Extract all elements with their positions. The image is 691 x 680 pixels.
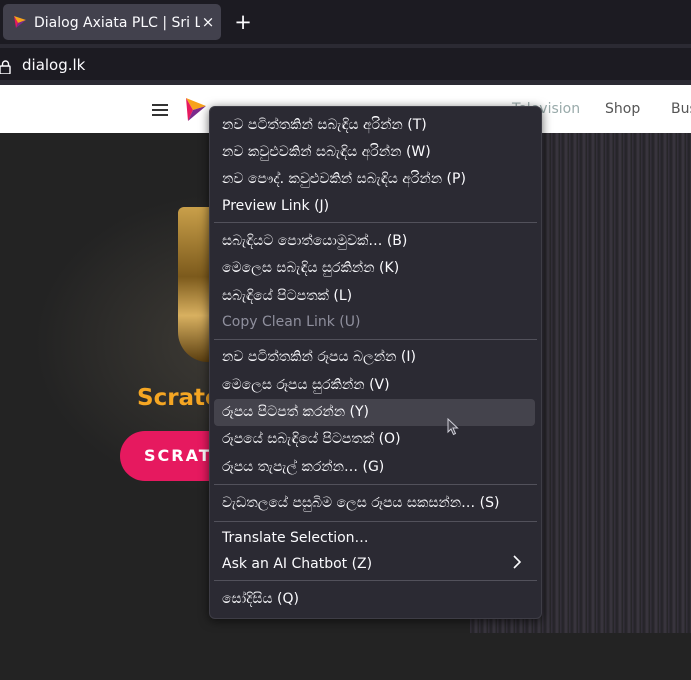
menu-separator	[214, 339, 537, 340]
menu-item-open-link-new-tab[interactable]: නව පටිත්තකින් සබැඳිය අරින්න (T)	[222, 113, 427, 137]
menu-item-copy-image-link[interactable]: රූපයේ සබැඳියේ පිටපතක් (O)	[222, 427, 401, 451]
plus-icon[interactable]: +	[232, 11, 254, 33]
menu-item-preview-link[interactable]: Preview Link (J)	[222, 194, 329, 218]
menu-item-inspect[interactable]: සෝදිසිය (Q)	[222, 587, 299, 611]
close-icon[interactable]: ×	[200, 13, 216, 31]
menu-separator	[214, 484, 537, 485]
dialog-logo-icon[interactable]	[186, 98, 206, 121]
nav-toolbar: dialog.lk	[0, 44, 691, 85]
menu-item-bookmark-link[interactable]: සබැඳියට පොත්යොමුවක්… (B)	[222, 229, 407, 253]
menu-item-copy-link[interactable]: සබැඳියේ පිටපතක් (L)	[222, 284, 352, 308]
menu-item-open-link-private-window[interactable]: නව පෞද්. කවුළුවකින් සබැඳිය අරින්න (P)	[222, 167, 466, 191]
lock-icon[interactable]	[0, 60, 11, 74]
menu-item-copy-clean-link: Copy Clean Link (U)	[222, 314, 361, 330]
url-text[interactable]: dialog.lk	[22, 56, 85, 74]
nav-link-shop[interactable]: Shop	[605, 101, 640, 117]
hero-headline: Scratc	[137, 385, 219, 411]
tab-title: Dialog Axiata PLC | Sri Lanka	[34, 15, 200, 31]
menu-item-save-link-as[interactable]: මෙලෙස සබැඳිය සුරකින්න (K)	[222, 256, 399, 280]
menu-item-copy-image[interactable]: රූපය පිටපත් කරන්න (Y)	[222, 400, 369, 424]
menu-separator	[214, 222, 537, 223]
url-bar[interactable]: dialog.lk	[0, 48, 691, 80]
chevron-right-icon	[513, 555, 522, 569]
menu-item-email-image[interactable]: රූපය තැපැල් කරන්න… (G)	[222, 455, 384, 479]
favicon-icon	[14, 16, 26, 28]
mouse-cursor-icon	[447, 418, 459, 436]
menu-item-ask-ai-chatbot[interactable]: Ask an AI Chatbot (Z)	[222, 552, 372, 576]
menu-separator	[214, 521, 537, 522]
tab-strip: Dialog Axiata PLC | Sri Lanka × +	[0, 0, 691, 44]
menu-item-set-desktop-background[interactable]: වැඩතලයේ පසුබිම ලෙස රූපය සකසන්න… (S)	[222, 491, 499, 515]
menu-item-translate-selection[interactable]: Translate Selection…	[222, 526, 369, 550]
menu-item-open-image-new-tab[interactable]: නව පටිත්තකින් රූපය බලන්න (I)	[222, 345, 416, 369]
menu-separator	[214, 580, 537, 581]
context-menu: නව පටිත්තකින් සබැඳිය අරින්න (T) නව කවුළු…	[209, 106, 542, 619]
hamburger-icon[interactable]	[152, 104, 168, 117]
hero-gold-artwork	[178, 207, 210, 362]
menu-item-save-image-as[interactable]: මෙලෙස රූපය සුරකින්න (V)	[222, 373, 390, 397]
nav-link-business[interactable]: Bus	[671, 101, 691, 117]
menu-item-open-link-new-window[interactable]: නව කවුළුවකින් සබැඳිය අරින්න (W)	[222, 140, 431, 164]
browser-tab-active[interactable]: Dialog Axiata PLC | Sri Lanka ×	[3, 4, 221, 40]
